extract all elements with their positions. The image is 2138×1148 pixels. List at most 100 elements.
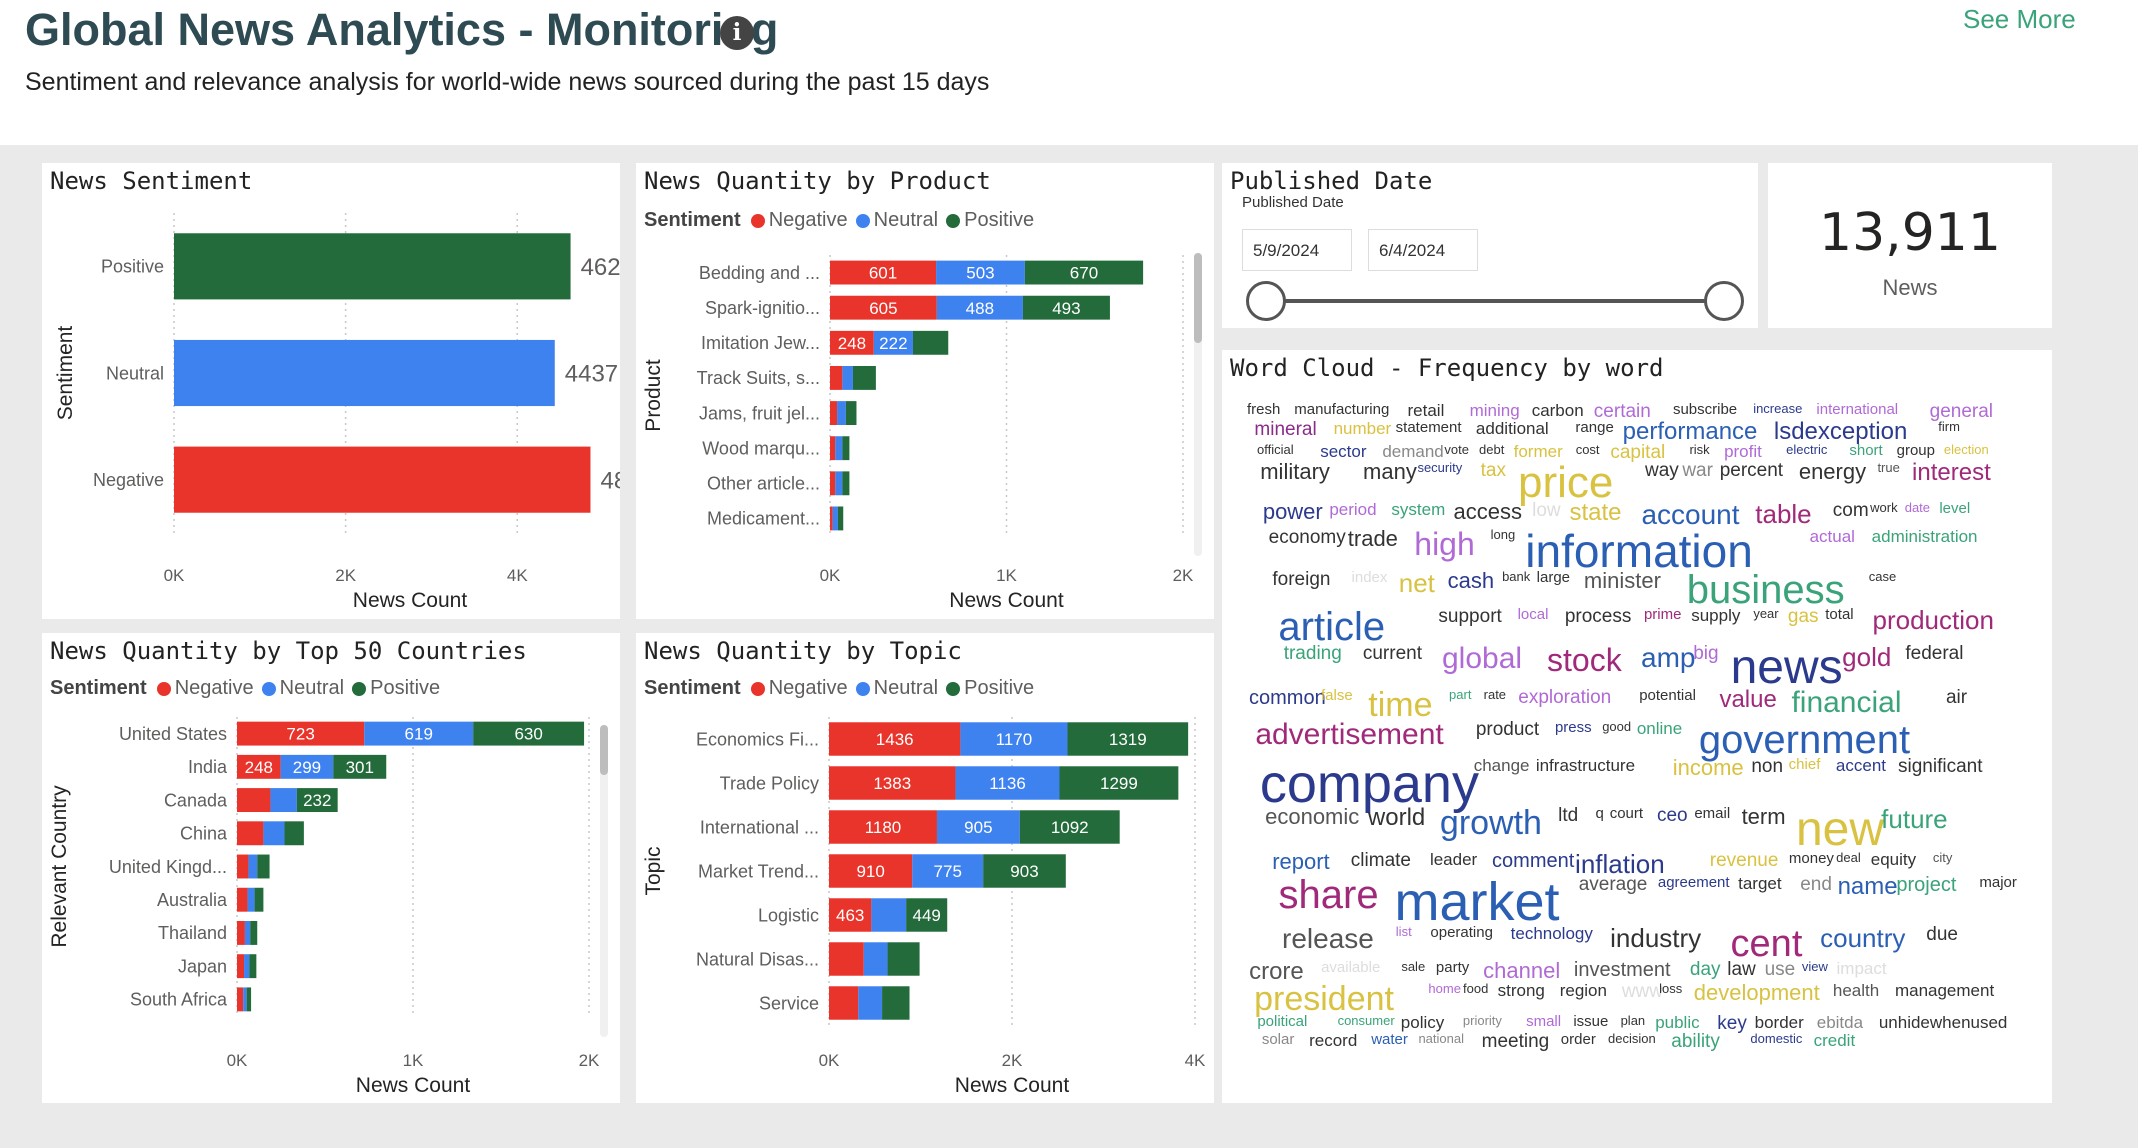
end-date-input[interactable]: 6/4/2024	[1368, 229, 1478, 271]
word-manufacturing[interactable]: manufacturing	[1294, 402, 1389, 417]
word-capital[interactable]: capital	[1610, 443, 1665, 462]
bar-segment-positive[interactable]	[912, 330, 949, 355]
word-meeting[interactable]: meeting	[1482, 1032, 1550, 1051]
word-false[interactable]: false	[1321, 688, 1353, 703]
word-political[interactable]: political	[1257, 1014, 1307, 1029]
word-number[interactable]: number	[1334, 420, 1392, 437]
word-short[interactable]: short	[1849, 443, 1882, 458]
word-lsdexception[interactable]: lsdexception	[1774, 420, 1907, 444]
word-prime[interactable]: prime	[1644, 607, 1682, 622]
word-debt[interactable]: debt	[1479, 443, 1504, 456]
topic-panel[interactable]: News Quantity by Topic Sentiment Negativ…	[636, 633, 1214, 1103]
scrollbar-thumb[interactable]	[600, 725, 608, 775]
word-energy[interactable]: energy	[1799, 460, 1866, 483]
word-deal[interactable]: deal	[1836, 851, 1861, 864]
word-level[interactable]: level	[1939, 501, 1970, 516]
start-date-input[interactable]: 5/9/2024	[1242, 229, 1352, 271]
word-tax[interactable]: tax	[1481, 461, 1506, 480]
word-cloud-panel[interactable]: Word Cloud - Frequency by word fresh manu…	[1222, 350, 2052, 1103]
word-decision[interactable]: decision	[1608, 1032, 1656, 1045]
word-support[interactable]: support	[1438, 607, 1501, 626]
word-financial[interactable]: financial	[1791, 688, 1901, 718]
word-investment[interactable]: investment	[1574, 960, 1671, 980]
bar-segment-neutral[interactable]	[835, 471, 843, 496]
word-record[interactable]: record	[1309, 1032, 1357, 1049]
word-retail[interactable]: retail	[1408, 402, 1445, 419]
bar-segment-neutral[interactable]	[244, 954, 250, 979]
word-comment[interactable]: comment	[1492, 851, 1574, 871]
bar[interactable]	[174, 446, 591, 513]
word-government[interactable]: government	[1699, 720, 1910, 760]
word-key[interactable]: key	[1717, 1014, 1747, 1033]
word-year[interactable]: year	[1753, 607, 1778, 620]
word-domestic[interactable]: domestic	[1750, 1032, 1802, 1045]
word-potential[interactable]: potential	[1639, 688, 1696, 703]
word-home[interactable]: home	[1428, 982, 1461, 995]
word-leader[interactable]: leader	[1430, 851, 1477, 868]
bar-segment-neutral[interactable]	[263, 821, 285, 846]
bar-segment-neutral[interactable]	[842, 365, 853, 390]
word-agreement[interactable]: agreement	[1658, 875, 1730, 890]
word-strong[interactable]: strong	[1498, 982, 1545, 999]
word-part[interactable]: part	[1449, 688, 1471, 701]
word-name[interactable]: name	[1838, 875, 1898, 899]
word-income[interactable]: income	[1673, 756, 1744, 779]
word-mineral[interactable]: mineral	[1254, 420, 1316, 439]
word-bank[interactable]: bank	[1502, 570, 1530, 583]
word-channel[interactable]: channel	[1483, 959, 1560, 982]
topic-chart[interactable]: 0K 2K 4K News Count Topic Economics Fi... 1436…	[636, 633, 1214, 1103]
bar-segment-positive[interactable]	[852, 365, 876, 390]
bar-segment-neutral[interactable]	[247, 887, 255, 912]
word-vote[interactable]: vote	[1444, 443, 1469, 456]
word-high[interactable]: high	[1414, 528, 1475, 560]
word-long[interactable]: long	[1491, 528, 1516, 541]
bar-segment-negative[interactable]	[237, 788, 271, 813]
word-gas[interactable]: gas	[1788, 607, 1819, 626]
word-new[interactable]: new	[1796, 806, 1884, 854]
bar-segment-positive[interactable]	[842, 436, 850, 461]
word-statement[interactable]: statement	[1396, 420, 1462, 435]
word-major[interactable]: major	[1979, 875, 2017, 890]
word-exploration[interactable]: exploration	[1518, 688, 1611, 707]
word-mining[interactable]: mining	[1470, 402, 1520, 419]
info-icon[interactable]: i	[720, 16, 754, 50]
bar-segment-neutral[interactable]	[835, 436, 843, 461]
word-court[interactable]: court	[1610, 806, 1643, 821]
word-process[interactable]: process	[1565, 607, 1632, 626]
word-price[interactable]: price	[1518, 460, 1613, 505]
word-cash[interactable]: cash	[1448, 570, 1494, 592]
word-gold[interactable]: gold	[1842, 644, 1891, 670]
word-water[interactable]: water	[1371, 1032, 1408, 1047]
start-slider-handle[interactable]	[1246, 281, 1286, 321]
word-end[interactable]: end	[1800, 875, 1832, 894]
word-performance[interactable]: performance	[1623, 420, 1758, 444]
bar-segment-neutral[interactable]	[871, 898, 907, 932]
word-infrastructure[interactable]: infrastructure	[1536, 757, 1635, 774]
word-common[interactable]: common	[1249, 688, 1326, 708]
word-profit[interactable]: profit	[1724, 443, 1762, 460]
published-date-slicer[interactable]: Published Date Published Date 5/9/2024 6…	[1222, 163, 1758, 328]
word-group[interactable]: group	[1897, 443, 1935, 458]
bar-segment-neutral[interactable]	[248, 854, 258, 879]
product-chart[interactable]: 0K 1K 2K News Count Product Bedding and ... 60…	[636, 163, 1214, 619]
bar-segment-negative[interactable]	[830, 506, 833, 531]
word-com[interactable]: com	[1833, 501, 1869, 520]
bar-segment-negative[interactable]	[237, 954, 245, 979]
word-way[interactable]: way	[1645, 461, 1679, 480]
word-policy[interactable]: policy	[1401, 1014, 1444, 1031]
see-more-link[interactable]: See More	[1963, 4, 2076, 35]
word-military[interactable]: military	[1260, 460, 1330, 483]
word-non[interactable]: non	[1751, 757, 1783, 776]
word-additional[interactable]: additional	[1476, 420, 1549, 437]
news-sentiment-panel[interactable]: News Sentiment 0K 2K 4K News Count Sentiment…	[42, 163, 620, 619]
word-list[interactable]: list	[1396, 925, 1412, 938]
word-power[interactable]: power	[1263, 501, 1323, 523]
word-term[interactable]: term	[1742, 806, 1786, 828]
bar-segment-positive[interactable]	[250, 920, 258, 945]
word-inflation[interactable]: inflation	[1575, 851, 1665, 877]
word-market[interactable]: market	[1395, 875, 1560, 929]
word-technology[interactable]: technology	[1511, 925, 1593, 942]
word-email[interactable]: email	[1694, 806, 1730, 821]
word-economy[interactable]: economy	[1269, 528, 1346, 547]
bar-segment-negative[interactable]	[237, 887, 248, 912]
